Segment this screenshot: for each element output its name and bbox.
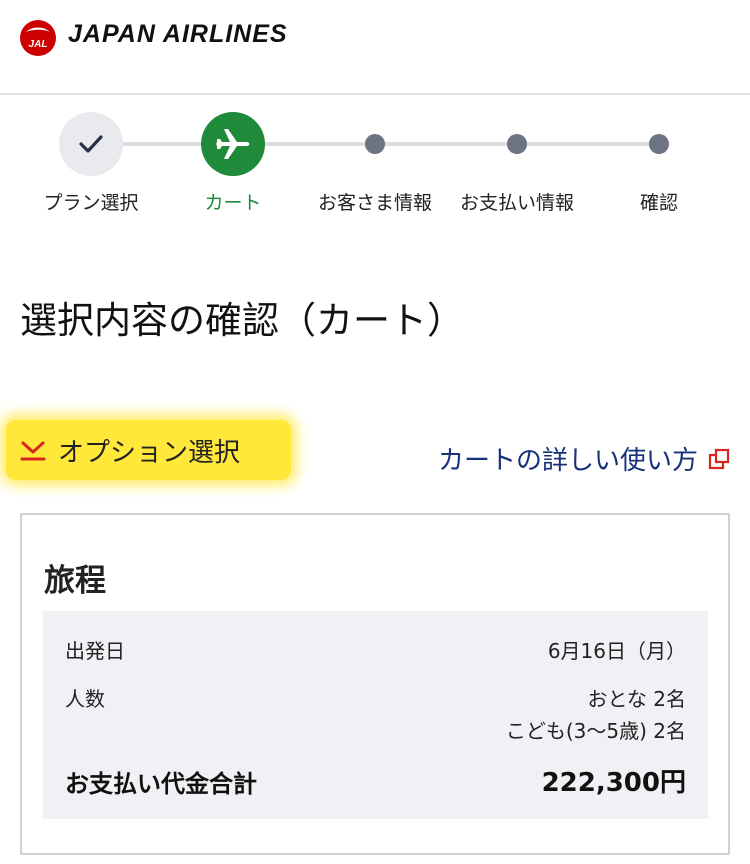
step-label-payment: お支払い情報 — [459, 192, 574, 214]
external-link-icon — [708, 448, 730, 469]
step-label-customer: お客さま情報 — [317, 192, 432, 214]
departure-value: 6月16日（月） — [547, 639, 686, 663]
total-payment-label: お支払い代金合計 — [65, 770, 257, 798]
option-selection-toggle[interactable]: オプション選択 — [6, 420, 291, 480]
site-header: JAL JAPAN AIRLINES — [0, 0, 750, 95]
step-label-cart: カート — [204, 192, 262, 214]
passengers-label: 人数 — [65, 687, 105, 711]
adults-count: おとな 2名 — [587, 687, 686, 711]
step-customer-dot — [365, 134, 385, 154]
jal-crane-logo-icon[interactable]: JAL — [18, 18, 58, 58]
step-confirm-dot — [649, 134, 669, 154]
option-selection-label: オプション選択 — [58, 437, 241, 468]
cart-howto-label: カートの詳しい使い方 — [437, 446, 698, 476]
progress-stepper: プラン選択 カート お客さま情報 お支払い情報 確認 — [0, 105, 750, 225]
itinerary-title: 旅程 — [44, 563, 106, 599]
page-title: 選択内容の確認（カート） — [20, 299, 464, 342]
step-plan-done — [59, 112, 123, 176]
step-label-confirm: 確認 — [639, 192, 678, 214]
step-cart-current — [201, 112, 265, 176]
children-count: こども(3〜5歳) 2名 — [505, 719, 686, 743]
check-icon — [79, 135, 103, 153]
itinerary-details: 出発日 6月16日（月） 人数 おとな 2名 こども(3〜5歳) 2名 お支払い… — [43, 611, 708, 819]
step-label-plan: プラン選択 — [43, 192, 139, 214]
airplane-icon — [216, 129, 250, 159]
total-payment-value: 222,300円 — [541, 768, 686, 798]
step-payment-dot — [507, 134, 527, 154]
logo-text: JAL — [29, 39, 48, 50]
itinerary-card: 旅程 出発日 6月16日（月） 人数 おとな 2名 こども(3〜5歳) 2名 お… — [20, 513, 730, 855]
brand-name[interactable]: JAPAN AIRLINES — [68, 20, 288, 49]
chevron-down-icon — [20, 441, 46, 461]
cart-howto-link[interactable]: カートの詳しい使い方 — [438, 440, 730, 477]
departure-label: 出発日 — [65, 639, 125, 663]
